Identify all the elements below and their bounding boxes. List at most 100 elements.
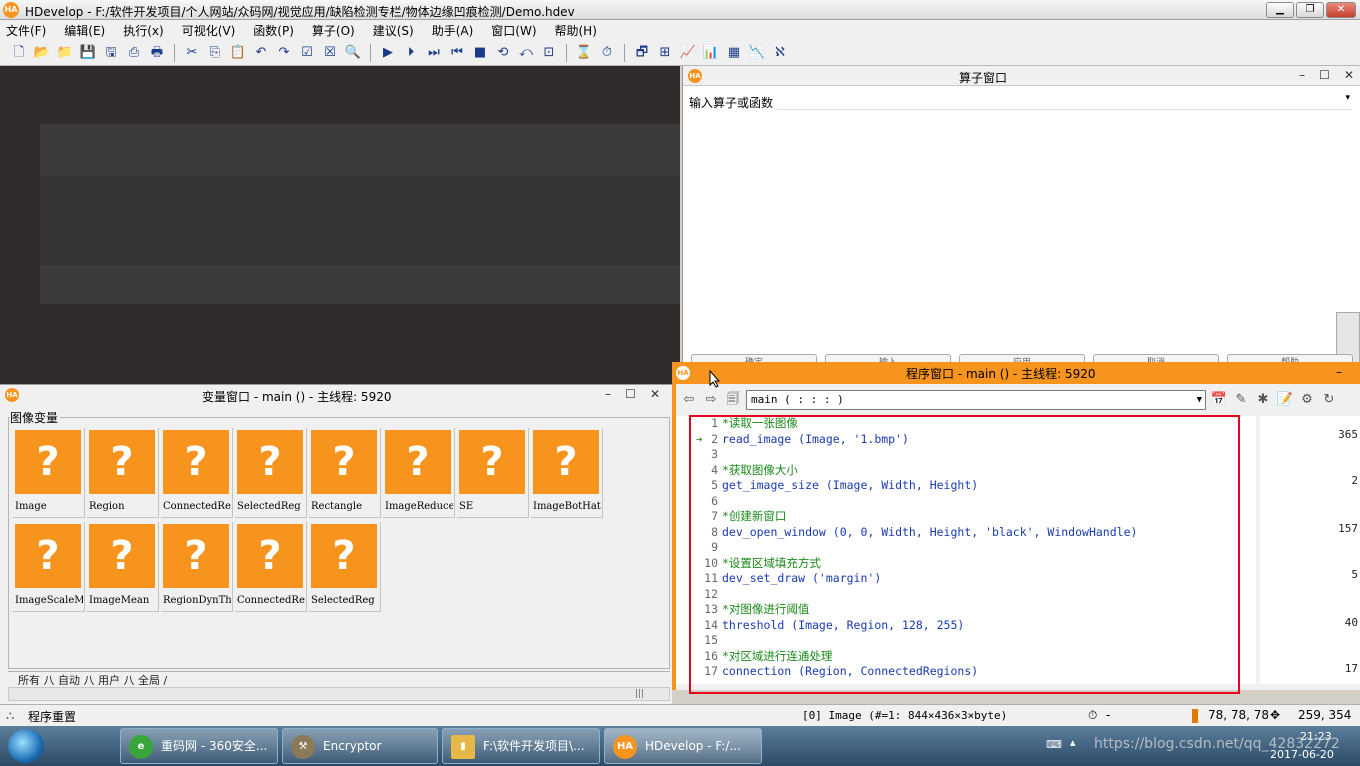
procedure-select[interactable]: main ( : : : ) ▼ (746, 390, 1206, 410)
variable-name: ImageScaleM (15, 595, 83, 606)
horizontal-scrollbar[interactable]: ||| (8, 687, 670, 701)
window-title: HDevelop - F:/软件开发项目/个人网站/众码网/视觉应用/缺陷检测专… (25, 5, 575, 19)
coordinates-icon: ✥ (1270, 708, 1281, 722)
iconic-variable[interactable]: ? ImageMean (87, 522, 159, 612)
procedure-list-icon[interactable]: 🗐 (724, 391, 742, 409)
operator-search-combo[interactable]: ▾ (777, 92, 1352, 110)
menu-visualize[interactable]: 可视化(V) (182, 22, 236, 39)
window-new-icon[interactable]: 🗗 (633, 44, 651, 62)
variable-window: HA 变量窗口 - main () - 主线程: 5920 – ☐ ✕ ? Ima… (0, 384, 672, 704)
stop-icon[interactable]: ■ (471, 44, 489, 62)
iconic-variable[interactable]: ? Region (87, 428, 159, 518)
restore-button[interactable]: ❐ (1296, 2, 1324, 18)
activate-icon[interactable]: ☑ (298, 44, 316, 62)
gray-histogram-icon[interactable]: 📈 (679, 44, 697, 62)
timer-icon[interactable]: ⏱ (598, 44, 616, 62)
iconic-variable[interactable]: ? SelectedReg (309, 522, 381, 612)
graphics-window[interactable] (0, 66, 680, 384)
taskbar-item-hdevelop[interactable]: HA HDevelop - F:/... (604, 728, 762, 764)
cut-icon[interactable]: ✂ (183, 44, 201, 62)
reset-procedure-icon[interactable]: ⤺ (517, 44, 535, 62)
redo-icon[interactable]: ↷ (275, 44, 293, 62)
chevron-down-icon[interactable]: ▼ (1197, 391, 1202, 409)
calendar-icon[interactable]: 📅 (1210, 391, 1228, 409)
undo-icon[interactable]: ↶ (252, 44, 270, 62)
taskbar-item-encryptor[interactable]: ⚒ Encryptor (282, 728, 438, 764)
maximize-icon[interactable]: ☐ (625, 387, 636, 401)
taskbar-item-360[interactable]: e 重码网 - 360安全... (120, 728, 278, 764)
save-icon[interactable]: 💾 (79, 44, 97, 62)
step-into-icon[interactable]: ⏭ (425, 44, 443, 62)
menu-edit[interactable]: 编辑(E) (64, 22, 105, 39)
menu-operators[interactable]: 算子(O) (312, 22, 355, 39)
close-icon[interactable]: ✕ (1344, 68, 1354, 82)
step-over-icon[interactable]: ⏵ (402, 44, 420, 62)
menu-window[interactable]: 窗口(W) (491, 22, 536, 39)
iconic-variables-panel: ? Image ? Region ? ConnectedRe ? SelectedReg… (8, 417, 670, 669)
tray-expand-icon[interactable]: ▴ (1070, 736, 1076, 749)
close-icon[interactable]: ✕ (650, 387, 660, 401)
feature-histogram-icon[interactable]: 📊 (702, 44, 720, 62)
pixel-value: 78, 78, 78 (1208, 708, 1270, 722)
procedure-properties-icon[interactable]: ⚙ (1298, 391, 1316, 409)
minimize-icon[interactable]: – (1299, 68, 1305, 82)
iconic-variable[interactable]: ? SE (457, 428, 529, 518)
menu-file[interactable]: 文件(F) (6, 22, 46, 39)
minimize-icon[interactable]: – (1336, 365, 1342, 379)
minimize-button[interactable]: ▁ (1266, 2, 1294, 18)
print-icon[interactable]: 🖶 (148, 44, 166, 62)
close-button[interactable]: ✕ (1326, 2, 1356, 18)
export-icon[interactable]: ⎙ (125, 44, 143, 62)
procedure-tools-icon[interactable]: ✱ (1254, 391, 1272, 409)
back-arrow-icon[interactable]: ⇦ (680, 391, 698, 409)
minimize-icon[interactable]: – (605, 387, 611, 401)
gray-value-icon (1192, 709, 1198, 723)
taskbar-item-explorer[interactable]: ▮ F:\软件开发项目\... (442, 728, 600, 764)
halcon-logo-icon: HA (3, 2, 19, 18)
iconic-variable[interactable]: ? ImageReduce (383, 428, 455, 518)
maximize-icon[interactable]: ☐ (1319, 68, 1330, 82)
deactivate-icon[interactable]: ☒ (321, 44, 339, 62)
line-profile-icon[interactable]: 📉 (748, 44, 766, 62)
variable-name: Region (89, 501, 125, 512)
keyboard-icon[interactable]: ⌨ (1046, 738, 1062, 751)
start-button[interactable] (8, 729, 44, 763)
iconic-variable[interactable]: ? Image (13, 428, 85, 518)
step-out-icon[interactable]: ⏮ (448, 44, 466, 62)
save-as-icon[interactable]: 🖫 (102, 44, 120, 62)
find-icon[interactable]: 🔍 (344, 44, 362, 62)
copy-icon[interactable]: ⎘ (206, 44, 224, 62)
run-icon[interactable]: ▶ (379, 44, 397, 62)
refresh-icon[interactable]: ↻ (1320, 391, 1338, 409)
feature-inspection-icon[interactable]: ▦ (725, 44, 743, 62)
menu-functions[interactable]: 函数(P) (253, 22, 294, 39)
procedure-interface-icon[interactable]: 📝 (1276, 391, 1294, 409)
edit-procedure-icon[interactable]: ✎ (1232, 391, 1250, 409)
ocr-assistant-icon[interactable]: ℵ (771, 44, 789, 62)
menu-execute[interactable]: 执行(x) (123, 22, 163, 39)
question-icon: ? (89, 524, 155, 588)
forward-arrow-icon[interactable]: ⇨ (702, 391, 720, 409)
open-file-icon[interactable]: 📂 (33, 44, 51, 62)
chevron-down-icon[interactable]: ▾ (1345, 93, 1350, 103)
iconic-variable[interactable]: ? Rectangle (309, 428, 381, 518)
open-example-icon[interactable]: 📁 (56, 44, 74, 62)
breakpoint-icon[interactable]: ⊡ (540, 44, 558, 62)
iconic-variable[interactable]: ? RegionDynTh (161, 522, 233, 612)
scrollbar-grip-icon[interactable]: ||| (635, 689, 644, 699)
iconic-variable[interactable]: ? ConnectedRe (161, 428, 233, 518)
paste-icon[interactable]: 📋 (229, 44, 247, 62)
operator-input-label: 输入算子或函数 (689, 96, 774, 110)
menu-suggestions[interactable]: 建议(S) (373, 22, 414, 39)
profiler-icon[interactable]: ⌛ (575, 44, 593, 62)
iconic-variable[interactable]: ? ConnectedRe (235, 522, 307, 612)
variable-tabs[interactable]: 所有 八 自动 八 用户 八 全局 / (8, 671, 670, 685)
iconic-variable[interactable]: ? ImageBotHat (531, 428, 603, 518)
new-file-icon[interactable]: 🗋 (10, 44, 28, 62)
zoom-icon[interactable]: ⊞ (656, 44, 674, 62)
reset-program-icon[interactable]: ⟲ (494, 44, 512, 62)
menu-help[interactable]: 帮助(H) (555, 22, 597, 39)
menu-assistants[interactable]: 助手(A) (432, 22, 474, 39)
iconic-variable[interactable]: ? SelectedReg (235, 428, 307, 518)
iconic-variable[interactable]: ? ImageScaleM (13, 522, 85, 612)
